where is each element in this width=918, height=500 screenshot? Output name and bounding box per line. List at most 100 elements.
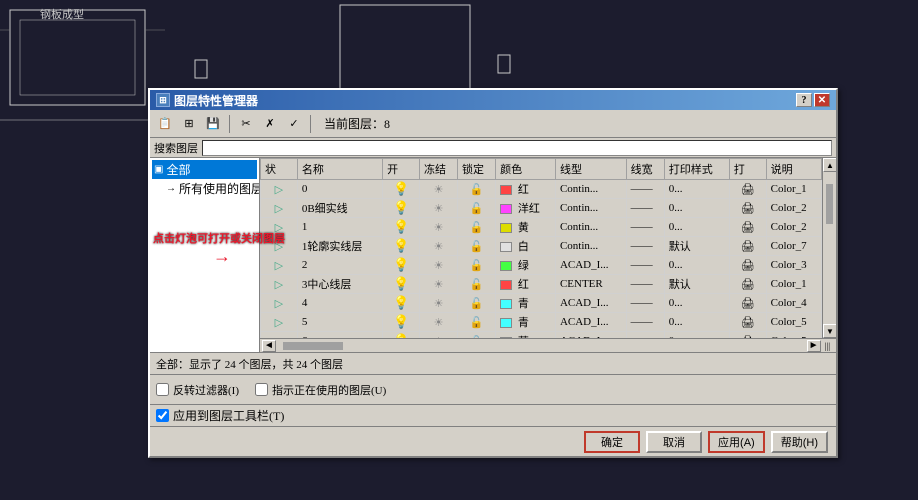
cell-lock[interactable]: 🔓 (458, 294, 496, 313)
new-layer2-btn[interactable]: ⊞ (178, 113, 200, 135)
cell-linetype[interactable]: Contin... (555, 199, 626, 218)
help-button[interactable]: 帮助(H) (771, 431, 828, 453)
cell-color[interactable]: 红 (496, 180, 556, 199)
cell-lock[interactable]: 🔓 (458, 237, 496, 256)
cell-print[interactable]: 🖨 (729, 275, 766, 294)
delete-layer-btn[interactable]: 💾 (202, 113, 224, 135)
table-row[interactable]: ▷ 2 💡 ☀ 🔓 绿 ACAD_I... —— 0... 🖨 Color_3 (261, 256, 822, 275)
table-scrollbar[interactable]: ▲ ▼ (822, 158, 836, 338)
cell-on[interactable]: 💡 (383, 237, 420, 256)
cell-printstyle[interactable]: 0... (664, 218, 729, 237)
scroll-down-btn[interactable]: ▼ (823, 324, 836, 338)
indicate-used-checkbox[interactable] (255, 383, 268, 396)
table-row[interactable]: ▷ 6 💡 ☀ 🔓 蓝 ACAD_I... —— 0... 🖨 Color_5 (261, 332, 822, 339)
cell-linetype[interactable]: ACAD_I... (555, 332, 626, 339)
cell-printstyle[interactable]: 0... (664, 332, 729, 339)
cell-printstyle[interactable]: 默认 (664, 275, 729, 294)
cell-printstyle[interactable]: 0... (664, 199, 729, 218)
cell-color[interactable]: 蓝 (496, 332, 556, 339)
new-layer-btn[interactable]: 📋 (154, 113, 176, 135)
cell-linewidth[interactable]: —— (626, 332, 664, 339)
cell-freeze[interactable]: ☀ (419, 313, 457, 332)
cell-on[interactable]: 💡 (383, 199, 420, 218)
cell-printstyle[interactable]: 0... (664, 294, 729, 313)
layers-table-wrapper[interactable]: 状 名称 开 冻结 锁定 颜色 线型 线宽 打印样式 打 (260, 158, 822, 338)
cell-linewidth[interactable]: —— (626, 180, 664, 199)
cell-linewidth[interactable]: —— (626, 313, 664, 332)
cell-color[interactable]: 绿 (496, 256, 556, 275)
ok-button[interactable]: 确定 (584, 431, 640, 453)
table-row[interactable]: ▷ 1轮廓实线层 💡 ☀ 🔓 白 Contin... —— 默认 🖨 Color… (261, 237, 822, 256)
cell-freeze[interactable]: ☀ (419, 237, 457, 256)
table-row[interactable]: ▷ 1 💡 ☀ 🔓 黄 Contin... —— 0... 🖨 Color_2 (261, 218, 822, 237)
cell-linetype[interactable]: CENTER (555, 275, 626, 294)
cell-linetype[interactable]: ACAD_I... (555, 256, 626, 275)
invert-filter-label[interactable]: 反转过滤器(I) (156, 382, 239, 398)
cell-printstyle[interactable]: 0... (664, 180, 729, 199)
scroll-left-btn[interactable]: ◄ (262, 340, 276, 352)
cell-lock[interactable]: 🔓 (458, 332, 496, 339)
scroll-right-btn[interactable]: ► (807, 340, 821, 352)
search-input[interactable] (202, 140, 832, 156)
cell-linewidth[interactable]: —— (626, 275, 664, 294)
cancel-button[interactable]: 取消 (646, 431, 702, 453)
cell-color[interactable]: 白 (496, 237, 556, 256)
cell-linewidth[interactable]: —— (626, 218, 664, 237)
invert-filter-checkbox[interactable] (156, 383, 169, 396)
cell-on[interactable]: 💡 (383, 218, 420, 237)
apply-toolbar-checkbox[interactable] (156, 409, 169, 422)
cell-linetype[interactable]: Contin... (555, 218, 626, 237)
cell-freeze[interactable]: ☀ (419, 180, 457, 199)
cell-lock[interactable]: 🔓 (458, 199, 496, 218)
tree-item-used[interactable]: → 所有使用的图层 (152, 179, 257, 198)
table-row[interactable]: ▷ 0 💡 ☀ 🔓 红 Contin... —— 0... 🖨 Color_1 (261, 180, 822, 199)
cell-lock[interactable]: 🔓 (458, 275, 496, 294)
cell-printstyle[interactable]: 0... (664, 256, 729, 275)
cell-freeze[interactable]: ☀ (419, 256, 457, 275)
cell-linetype[interactable]: ACAD_I... (555, 313, 626, 332)
cell-print[interactable]: 🖨 (729, 180, 766, 199)
cell-linewidth[interactable]: —— (626, 199, 664, 218)
cell-freeze[interactable]: ☀ (419, 218, 457, 237)
cell-freeze[interactable]: ☀ (419, 294, 457, 313)
cell-print[interactable]: 🖨 (729, 294, 766, 313)
cell-on[interactable]: 💡 (383, 180, 420, 199)
apply-button[interactable]: 应用(A) (708, 431, 765, 453)
table-row[interactable]: ▷ 3中心线层 💡 ☀ 🔓 红 CENTER —— 默认 🖨 Color_1 (261, 275, 822, 294)
cell-color[interactable]: 青 (496, 294, 556, 313)
cell-freeze[interactable]: ☀ (419, 332, 457, 339)
cell-on[interactable]: 💡 (383, 332, 420, 339)
cell-lock[interactable]: 🔓 (458, 218, 496, 237)
cell-color[interactable]: 洋红 (496, 199, 556, 218)
help-titlebar-btn[interactable]: ? (796, 93, 812, 107)
confirm-btn[interactable]: ✓ (283, 113, 305, 135)
cell-on[interactable]: 💡 (383, 256, 420, 275)
cell-freeze[interactable]: ☀ (419, 275, 457, 294)
cell-on[interactable]: 💡 (383, 313, 420, 332)
cell-linewidth[interactable]: —— (626, 256, 664, 275)
cell-linetype[interactable]: ACAD_I... (555, 294, 626, 313)
table-row[interactable]: ▷ 4 💡 ☀ 🔓 青 ACAD_I... —— 0... 🖨 Color_4 (261, 294, 822, 313)
indicate-used-label[interactable]: 指示正在使用的图层(U) (255, 382, 386, 398)
cell-print[interactable]: 🖨 (729, 256, 766, 275)
table-row[interactable]: ▷ 5 💡 ☀ 🔓 青 ACAD_I... —— 0... 🖨 Color_5 (261, 313, 822, 332)
cell-lock[interactable]: 🔓 (458, 313, 496, 332)
cell-linewidth[interactable]: —— (626, 294, 664, 313)
cell-print[interactable]: 🖨 (729, 218, 766, 237)
cell-color[interactable]: 红 (496, 275, 556, 294)
cancel-edit-btn[interactable]: ✗ (259, 113, 281, 135)
cell-print[interactable]: 🖨 (729, 332, 766, 339)
scroll-up-btn[interactable]: ▲ (823, 158, 836, 172)
cell-color[interactable]: 青 (496, 313, 556, 332)
tree-item-all[interactable]: ▣ 全部 (152, 160, 257, 179)
cell-print[interactable]: 🖨 (729, 237, 766, 256)
cell-lock[interactable]: 🔓 (458, 256, 496, 275)
cell-lock[interactable]: 🔓 (458, 180, 496, 199)
cell-printstyle[interactable]: 默认 (664, 237, 729, 256)
cell-printstyle[interactable]: 0... (664, 313, 729, 332)
cell-freeze[interactable]: ☀ (419, 199, 457, 218)
cell-on[interactable]: 💡 (383, 275, 420, 294)
close-titlebar-btn[interactable]: ✕ (814, 93, 830, 107)
table-row[interactable]: ▷ 0B细实线 💡 ☀ 🔓 洋红 Contin... —— 0... 🖨 Col… (261, 199, 822, 218)
cell-linetype[interactable]: Contin... (555, 180, 626, 199)
